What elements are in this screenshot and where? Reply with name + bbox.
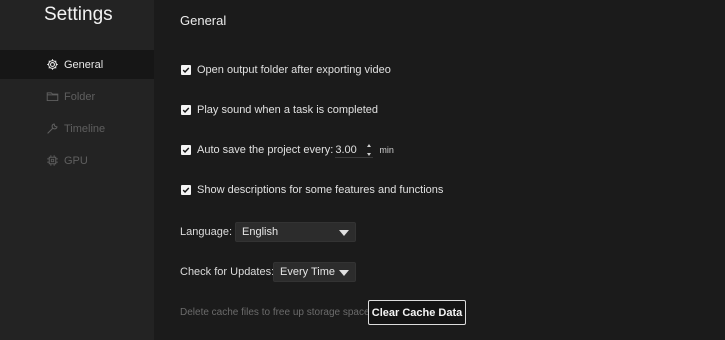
chip-icon xyxy=(46,154,59,167)
stepper-arrows[interactable] xyxy=(365,143,373,156)
stepper-down-icon[interactable] xyxy=(367,152,372,156)
section-title: General xyxy=(180,13,227,28)
language-label: Language: xyxy=(180,226,232,238)
cache-hint: Delete cache files to free up storage sp… xyxy=(180,307,370,318)
checkmark-icon xyxy=(182,107,190,114)
option-label: Auto save the project every: xyxy=(197,144,334,156)
sidebar-item-label: GPU xyxy=(64,154,88,167)
language-select[interactable]: English xyxy=(235,222,356,242)
checkbox[interactable] xyxy=(181,185,191,195)
option-label: Show descriptions for some features and … xyxy=(197,184,444,196)
wrench-icon xyxy=(46,122,59,135)
updates-value: Every Time xyxy=(280,266,336,278)
option-play-sound[interactable]: Play sound when a task is completed xyxy=(181,104,378,116)
chevron-down-icon xyxy=(339,230,349,236)
stepper-up-icon[interactable] xyxy=(367,143,372,147)
settings-panel: General Open output folder after exporti… xyxy=(154,0,725,340)
sidebar: Settings General Folder Timeline GPU xyxy=(0,0,154,340)
sidebar-item-timeline[interactable]: Timeline xyxy=(0,114,154,143)
option-auto-save[interactable]: Auto save the project every: 3.00 min xyxy=(181,142,394,158)
option-show-descriptions[interactable]: Show descriptions for some features and … xyxy=(181,184,443,196)
autosave-value[interactable]: 3.00 xyxy=(335,144,363,156)
option-label: Open output folder after exporting video xyxy=(197,64,391,76)
updates-label: Check for Updates: xyxy=(180,266,275,278)
autosave-unit: min xyxy=(379,145,394,155)
checkmark-icon xyxy=(182,147,190,154)
sidebar-item-gpu[interactable]: GPU xyxy=(0,146,154,175)
chevron-down-icon xyxy=(339,270,349,276)
sidebar-item-label: Timeline xyxy=(64,122,106,135)
folder-icon xyxy=(46,90,59,103)
autosave-stepper[interactable]: 3.00 xyxy=(335,142,374,158)
updates-select[interactable]: Every Time xyxy=(273,262,356,282)
clear-cache-button[interactable]: Clear Cache Data xyxy=(368,300,466,325)
app-title: Settings xyxy=(44,4,113,25)
gear-icon xyxy=(46,58,59,71)
checkbox[interactable] xyxy=(181,65,191,75)
sidebar-item-folder[interactable]: Folder xyxy=(0,82,154,111)
checkbox[interactable] xyxy=(181,145,191,155)
option-open-output-folder[interactable]: Open output folder after exporting video xyxy=(181,64,391,76)
option-label: Play sound when a task is completed xyxy=(197,104,378,116)
checkbox[interactable] xyxy=(181,105,191,115)
sidebar-item-general[interactable]: General xyxy=(0,50,154,79)
sidebar-item-label: General xyxy=(64,58,104,71)
sidebar-item-label: Folder xyxy=(64,90,96,103)
checkmark-icon xyxy=(182,187,190,194)
language-value: English xyxy=(242,226,279,238)
checkmark-icon xyxy=(182,67,190,74)
